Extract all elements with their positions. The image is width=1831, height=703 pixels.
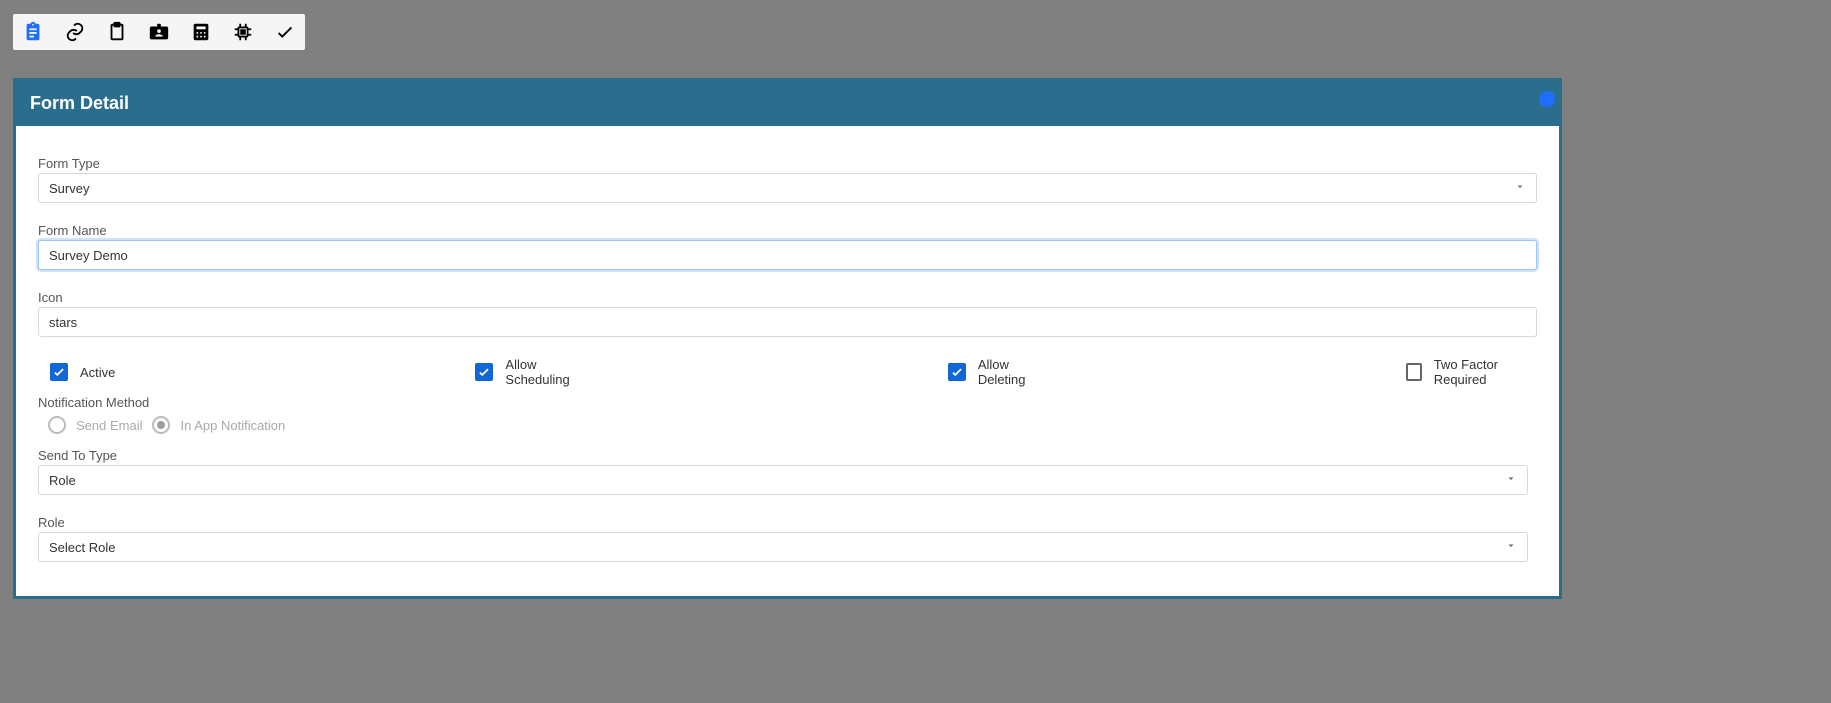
send-to-value: Role bbox=[49, 473, 76, 488]
form-name-field: Form Name Survey Demo bbox=[38, 223, 1537, 270]
panel-header: Form Detail bbox=[16, 81, 1559, 126]
allow-scheduling-label: Allow Scheduling bbox=[505, 357, 587, 387]
role-field: Role Select Role bbox=[38, 515, 1537, 562]
form-detail-panel: Form Detail Form Type Survey Form Name S… bbox=[13, 78, 1562, 599]
two-factor-option: Two Factor Required bbox=[1406, 357, 1537, 387]
assignment-icon[interactable] bbox=[21, 20, 45, 44]
form-type-field: Form Type Survey bbox=[38, 156, 1537, 203]
notification-radio-group: Send Email In App Notification bbox=[48, 416, 1537, 434]
two-factor-checkbox[interactable] bbox=[1406, 363, 1422, 381]
header-badge-icon[interactable] bbox=[1539, 91, 1555, 107]
send-email-radio[interactable] bbox=[48, 416, 66, 434]
form-type-select[interactable]: Survey bbox=[38, 173, 1537, 203]
two-factor-label: Two Factor Required bbox=[1434, 357, 1537, 387]
role-value: Select Role bbox=[49, 540, 115, 555]
chevron-down-icon bbox=[1505, 473, 1517, 488]
icon-value: stars bbox=[49, 315, 77, 330]
active-label: Active bbox=[80, 365, 115, 380]
check-icon[interactable] bbox=[273, 20, 297, 44]
panel-title: Form Detail bbox=[30, 93, 129, 113]
allow-deleting-checkbox[interactable] bbox=[948, 363, 966, 381]
in-app-label: In App Notification bbox=[180, 418, 285, 433]
panel-body: Form Type Survey Form Name Survey Demo I… bbox=[16, 126, 1559, 596]
form-type-label: Form Type bbox=[38, 156, 1537, 171]
send-to-field: Send To Type Role bbox=[38, 448, 1537, 495]
chevron-down-icon bbox=[1514, 181, 1526, 196]
toolbar bbox=[13, 14, 305, 50]
role-select[interactable]: Select Role bbox=[38, 532, 1528, 562]
active-checkbox[interactable] bbox=[50, 363, 68, 381]
role-label: Role bbox=[38, 515, 1537, 530]
form-name-input[interactable]: Survey Demo bbox=[38, 240, 1537, 270]
allow-deleting-label: Allow Deleting bbox=[978, 357, 1046, 387]
form-name-value: Survey Demo bbox=[49, 248, 128, 263]
icon-label: Icon bbox=[38, 290, 1537, 305]
form-type-value: Survey bbox=[49, 181, 89, 196]
clipboard-icon[interactable] bbox=[105, 20, 129, 44]
send-to-select[interactable]: Role bbox=[38, 465, 1528, 495]
in-app-radio[interactable] bbox=[152, 416, 170, 434]
allow-deleting-option: Allow Deleting bbox=[948, 357, 1046, 387]
send-to-label: Send To Type bbox=[38, 448, 1537, 463]
calc-icon[interactable] bbox=[189, 20, 213, 44]
active-option: Active bbox=[50, 363, 115, 381]
allow-scheduling-checkbox[interactable] bbox=[475, 363, 493, 381]
icon-input[interactable]: stars bbox=[38, 307, 1537, 337]
icon-field: Icon stars bbox=[38, 290, 1537, 337]
allow-scheduling-option: Allow Scheduling bbox=[475, 357, 587, 387]
form-name-label: Form Name bbox=[38, 223, 1537, 238]
notification-label: Notification Method bbox=[38, 395, 1537, 410]
options-row: Active Allow Scheduling Allow Deleting T… bbox=[50, 357, 1537, 387]
chevron-down-icon bbox=[1505, 540, 1517, 555]
id-card-icon[interactable] bbox=[147, 20, 171, 44]
send-email-label: Send Email bbox=[76, 418, 142, 433]
link-icon[interactable] bbox=[63, 20, 87, 44]
cpu-icon[interactable] bbox=[231, 20, 255, 44]
